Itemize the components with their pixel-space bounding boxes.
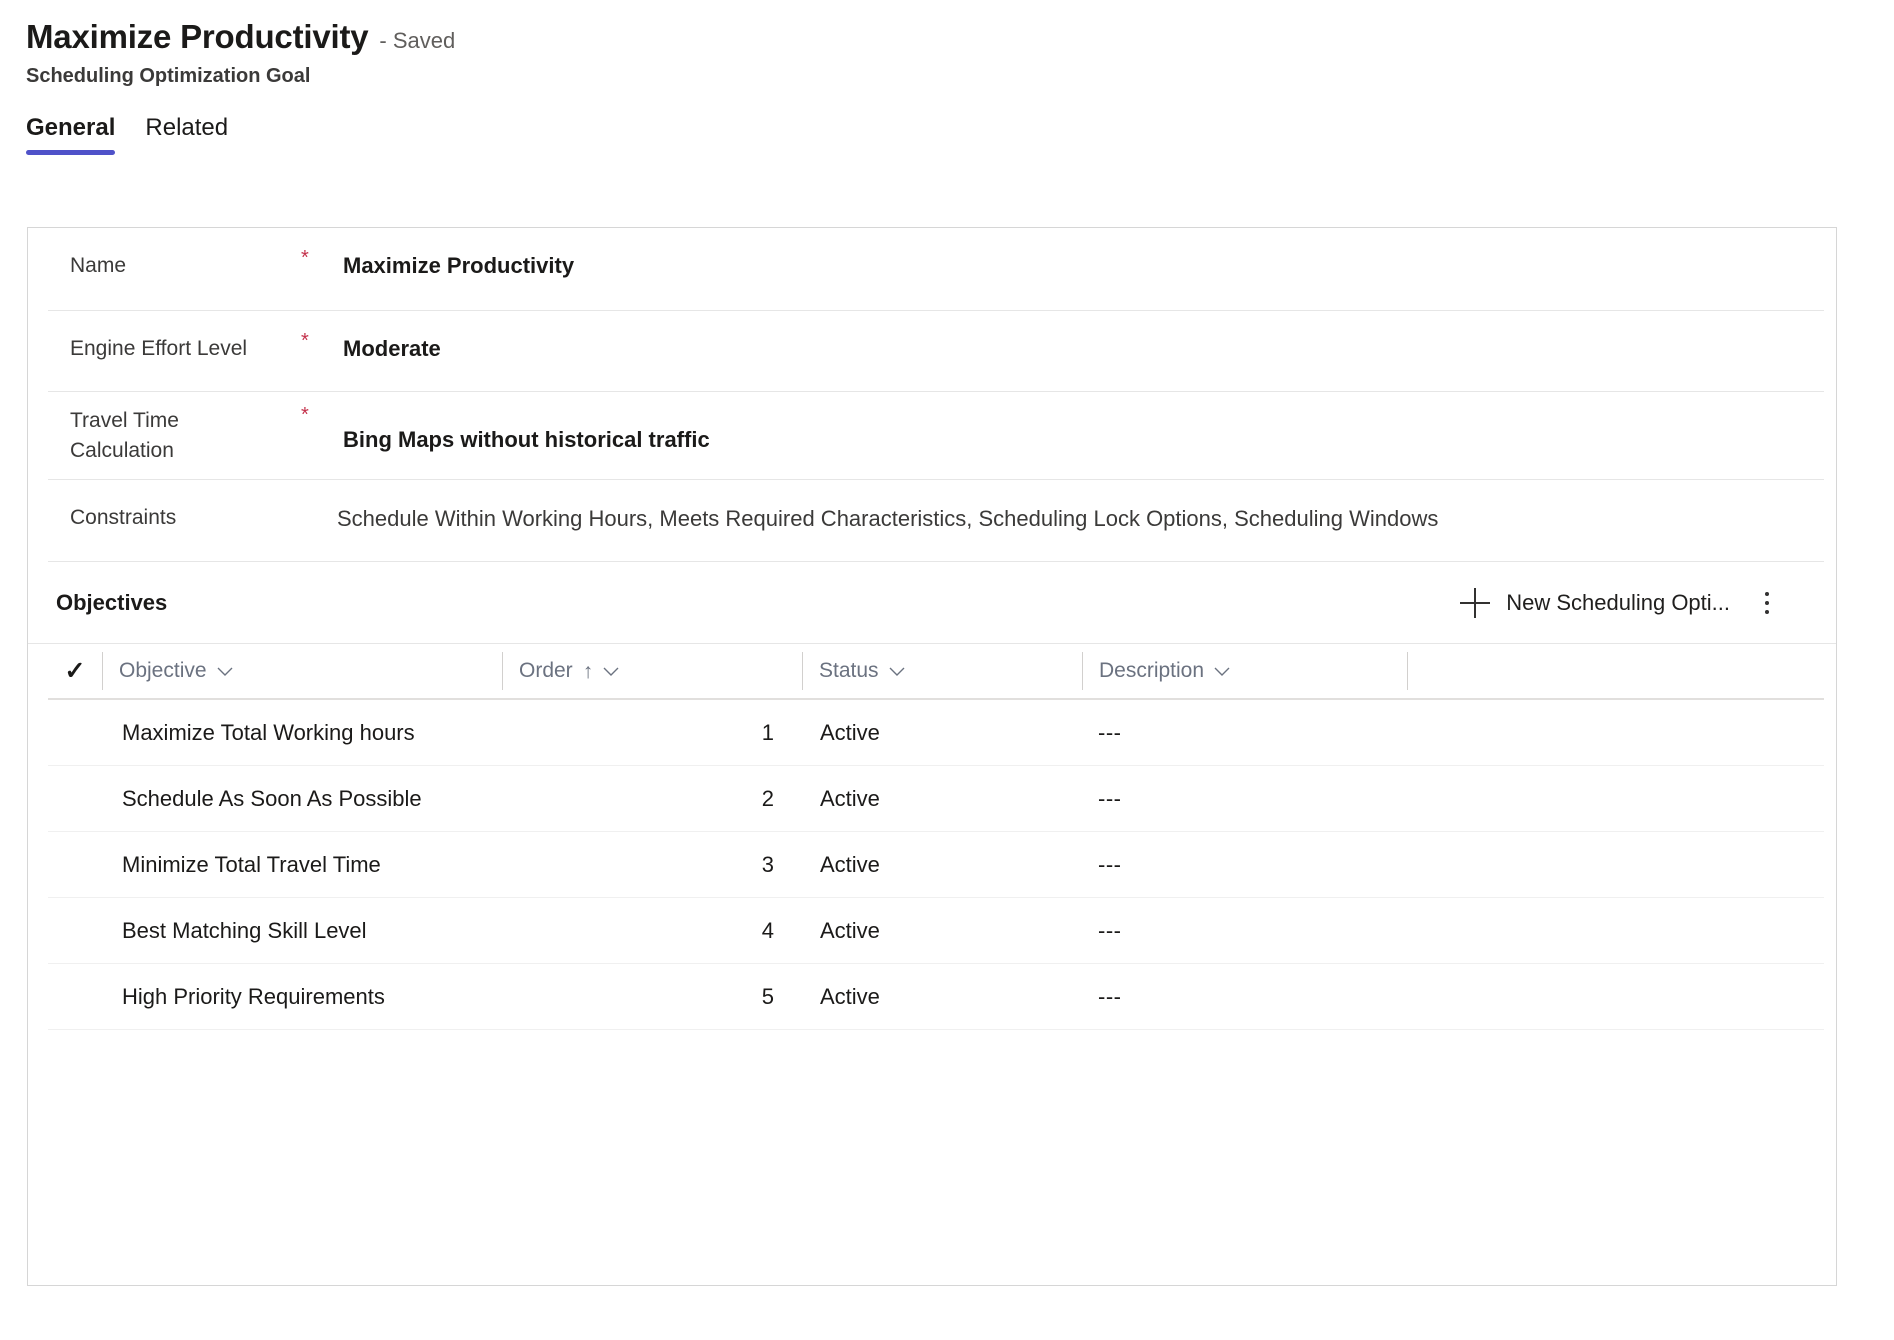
required-marker-name: * <box>301 247 309 269</box>
column-header-objective[interactable]: Objective <box>102 652 502 690</box>
cell-order: 3 <box>761 851 774 877</box>
entity-name: Scheduling Optimization Goal <box>26 64 311 87</box>
select-all-checkmark-icon[interactable]: ✓ <box>65 658 86 684</box>
cell-description: --- <box>1098 851 1122 877</box>
field-value-constraints[interactable]: Schedule Within Working Hours, Meets Req… <box>337 480 1824 532</box>
title-line: Maximize Productivity - Saved <box>26 18 1894 56</box>
tab-related[interactable]: Related <box>145 114 228 155</box>
plus-icon <box>1460 587 1491 618</box>
field-value-engine-effort-level[interactable]: Moderate <box>337 311 1824 362</box>
column-header-objective-label: Objective <box>119 659 207 682</box>
field-row-travel-time-calculation: Travel Time Calculation * Bing Maps with… <box>48 392 1824 480</box>
save-status: - Saved <box>379 28 456 53</box>
field-list: Name * Maximize Productivity Engine Effo… <box>28 228 1836 562</box>
form-card: Name * Maximize Productivity Engine Effo… <box>27 227 1837 1286</box>
column-header-status[interactable]: Status <box>802 652 1082 690</box>
page-header: Maximize Productivity - Saved Scheduling… <box>0 0 1894 88</box>
chevron-down-icon <box>217 667 233 676</box>
field-row-name: Name * Maximize Productivity <box>48 228 1824 311</box>
more-commands-icon[interactable] <box>1750 583 1784 623</box>
cell-order: 1 <box>761 719 774 745</box>
cell-status: Active <box>820 983 880 1009</box>
field-row-engine-effort-level: Engine Effort Level * Moderate <box>48 311 1824 392</box>
cell-order: 4 <box>761 917 774 943</box>
cell-status: Active <box>820 917 880 943</box>
cell-description: --- <box>1098 983 1122 1009</box>
column-header-spacer <box>1407 652 1824 690</box>
field-value-travel-time-calculation[interactable]: Bing Maps without historical traffic <box>337 392 1824 453</box>
field-row-constraints: Constraints Schedule Within Working Hour… <box>48 480 1824 562</box>
required-marker-travel-time-calculation: * <box>301 404 309 426</box>
column-header-order-label: Order <box>519 659 573 682</box>
sort-ascending-icon: ↑ <box>582 659 594 683</box>
cell-description: --- <box>1098 785 1122 811</box>
field-label-engine-effort-level: Engine Effort Level <box>70 337 248 360</box>
objectives-section-title: Objectives <box>56 589 168 615</box>
cell-order: 5 <box>761 983 774 1009</box>
table-row[interactable]: Minimize Total Travel Time 3 Active --- <box>48 832 1824 898</box>
cell-objective: High Priority Requirements <box>122 983 385 1009</box>
cell-objective: Maximize Total Working hours <box>122 719 415 745</box>
grid-header-row: ✓ Objective Order ↑ Status Description <box>48 644 1824 700</box>
column-header-description-label: Description <box>1099 659 1205 682</box>
column-header-status-label: Status <box>819 659 879 682</box>
form-tablist: General Related <box>0 114 1894 155</box>
objectives-command-bar: New Scheduling Opti... <box>1454 582 1824 624</box>
required-marker-engine-effort-level: * <box>301 330 309 352</box>
cell-description: --- <box>1098 719 1122 745</box>
new-button-label: New Scheduling Opti... <box>1506 589 1730 615</box>
chevron-down-icon <box>1214 667 1230 676</box>
cell-status: Active <box>820 851 880 877</box>
dot <box>1765 609 1769 614</box>
tab-general[interactable]: General <box>26 113 116 155</box>
new-scheduling-optimization-objective-button[interactable]: New Scheduling Opti... <box>1454 582 1736 624</box>
cell-order: 2 <box>761 785 774 811</box>
field-value-name[interactable]: Maximize Productivity <box>337 228 1824 279</box>
tab-general-label: General <box>26 113 116 141</box>
page-title: Maximize Productivity <box>26 18 369 55</box>
cell-description: --- <box>1098 917 1122 943</box>
field-label-constraints: Constraints <box>70 506 177 529</box>
required-marker-constraints <box>301 480 337 499</box>
table-row[interactable]: Schedule As Soon As Possible 2 Active --… <box>48 766 1824 832</box>
cell-status: Active <box>820 719 880 745</box>
chevron-down-icon <box>889 667 905 676</box>
cell-objective: Best Matching Skill Level <box>122 917 367 943</box>
table-row[interactable]: Best Matching Skill Level 4 Active --- <box>48 898 1824 964</box>
cell-objective: Schedule As Soon As Possible <box>122 785 422 811</box>
cell-status: Active <box>820 785 880 811</box>
cell-objective: Minimize Total Travel Time <box>122 851 381 877</box>
field-label-travel-time-calculation: Travel Time Calculation <box>48 392 301 467</box>
objectives-section-header: Objectives New Scheduling Opti... <box>28 562 1836 644</box>
dot <box>1765 600 1769 605</box>
column-divider <box>1407 652 1409 690</box>
objectives-grid: ✓ Objective Order ↑ Status Description M… <box>28 644 1836 1030</box>
field-label-line-1: Travel Time <box>70 409 179 432</box>
table-row[interactable]: Maximize Total Working hours 1 Active --… <box>48 700 1824 766</box>
dot <box>1765 591 1769 596</box>
column-header-order[interactable]: Order ↑ <box>502 652 802 690</box>
tab-related-label: Related <box>145 113 229 141</box>
field-label-name: Name <box>70 254 127 277</box>
select-all-column: ✓ <box>48 658 102 684</box>
field-label-line-2: Calculation <box>70 439 174 463</box>
chevron-down-icon <box>603 667 619 676</box>
column-header-description[interactable]: Description <box>1082 652 1407 690</box>
table-row[interactable]: High Priority Requirements 5 Active --- <box>48 964 1824 1030</box>
